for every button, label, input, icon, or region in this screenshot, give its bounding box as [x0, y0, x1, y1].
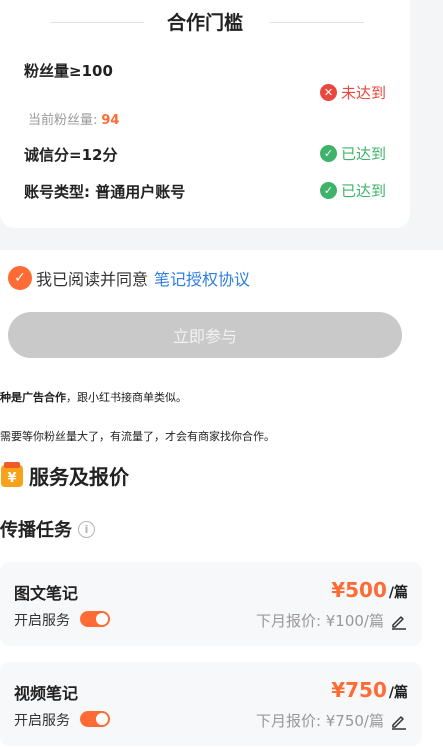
note-line-1-bold: 种是广告合作 [0, 391, 66, 404]
service-card-image-note: 图文笔记 ¥500 /篇 开启服务 下月报价: ¥100/篇 [0, 562, 422, 646]
status-account-type: ✓ 已达到 [320, 180, 386, 200]
requirement-credit: 诚信分=12分 [24, 146, 118, 164]
service-card-video-note: 视频笔记 ¥750 /篇 开启服务 下月报价: ¥750/篇 [0, 662, 422, 746]
service-name: 视频笔记 [14, 684, 79, 703]
agreement-link[interactable]: 笔记授权协议 [154, 266, 250, 290]
requirement-fans: 粉丝量≥100 [24, 62, 113, 80]
spread-task-title: 传播任务 i [0, 516, 95, 542]
current-fans-value: 94 [101, 113, 120, 128]
agreement-row: ✓ 我已阅读并同意 笔记授权协议 [8, 264, 250, 292]
note-line-2: 需要等你粉丝量大了，有流量了，才会有商家找你合作。 [0, 430, 275, 443]
status-fans-text: 未达到 [341, 83, 387, 102]
service-toggle-label: 开启服务 [14, 713, 70, 729]
status-fans: ✕ 未达到 [320, 82, 386, 102]
current-fans: 当前粉丝量: 94 [28, 109, 119, 128]
next-month-price-text: 下月报价: ¥750/篇 [255, 712, 384, 730]
pencil-icon[interactable] [390, 612, 408, 630]
requirement-account-type: 账号类型: 普通用户账号 [24, 183, 186, 201]
svg-text:¥: ¥ [7, 471, 16, 486]
service-name: 图文笔记 [14, 584, 79, 603]
check-circle-icon: ✓ [320, 181, 337, 199]
next-month-price-text: 下月报价: ¥100/篇 [255, 612, 384, 630]
price-tag-icon: ¥ [1, 462, 23, 487]
note-line-1-rest: ，跟小红书接商单类似。 [66, 391, 187, 404]
price-value: ¥750 [331, 678, 387, 702]
status-account-type-text: 已达到 [341, 181, 387, 200]
toggle-knob [96, 713, 108, 725]
services-title-text: 服务及报价 [29, 464, 129, 489]
status-credit-text: 已达到 [341, 144, 387, 163]
price-unit: /篇 [388, 685, 408, 701]
x-circle-icon: ✕ [320, 83, 337, 101]
current-fans-label: 当前粉丝量: [28, 113, 98, 128]
service-toggle[interactable] [80, 611, 110, 627]
pencil-icon[interactable] [390, 712, 408, 730]
service-price: ¥500 /篇 [331, 578, 408, 602]
status-credit: ✓ 已达到 [320, 143, 386, 163]
note-line-1: 种是广告合作，跟小红书接商单类似。 [0, 389, 187, 405]
service-price: ¥750 /篇 [331, 678, 408, 702]
threshold-card: 合作门槛 粉丝量≥100 ✕ 未达到 当前粉丝量: 94 诚信分=12分 ✓ 已达… [0, 0, 410, 228]
agreement-text: 我已阅读并同意 [36, 270, 149, 289]
agree-checkbox[interactable]: ✓ [8, 266, 32, 290]
service-toggle[interactable] [80, 711, 110, 727]
price-value: ¥500 [331, 578, 387, 602]
price-unit: /篇 [388, 585, 408, 601]
spread-task-text: 传播任务 [0, 520, 72, 541]
join-button[interactable]: 立即参与 [8, 312, 402, 358]
check-circle-icon: ✓ [320, 144, 337, 162]
threshold-title-row: 合作门槛 [0, 8, 410, 38]
title-divider-right [270, 22, 364, 23]
next-month-price: 下月报价: ¥100/篇 [256, 610, 408, 631]
toggle-knob [96, 613, 108, 625]
next-month-price: 下月报价: ¥750/篇 [256, 710, 408, 731]
service-toggle-label: 开启服务 [14, 613, 70, 629]
services-section-title: ¥ 服务及报价 [0, 459, 129, 491]
info-icon[interactable]: i [78, 520, 95, 538]
